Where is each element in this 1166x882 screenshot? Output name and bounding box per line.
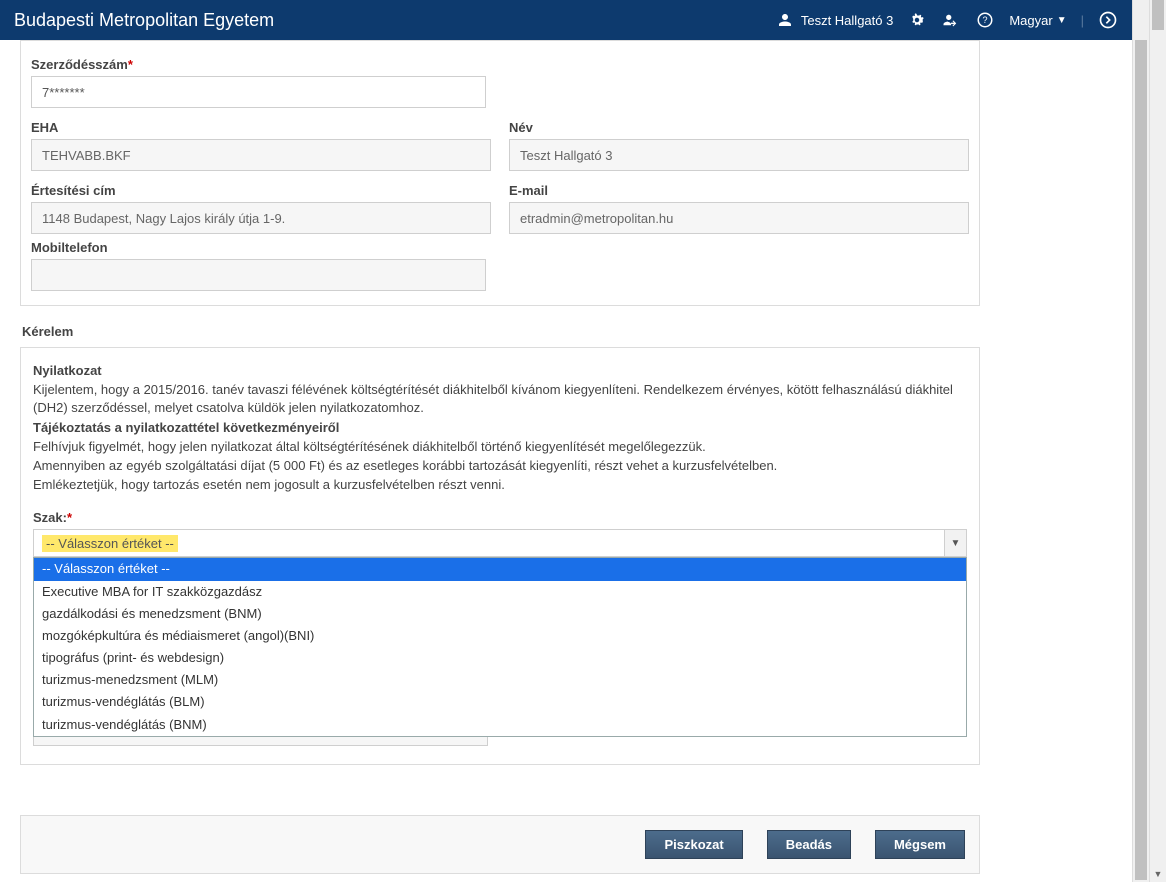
eha-value: TEHVABB.BKF bbox=[31, 139, 491, 171]
username-label: Teszt Hallgató 3 bbox=[801, 13, 894, 28]
szak-option[interactable]: turizmus-vendéglátás (BNM) bbox=[34, 714, 966, 736]
szak-option[interactable]: tipográfus (print- és webdesign) bbox=[34, 647, 966, 669]
declaration-text: Kijelentem, hogy a 2015/2016. tanév tava… bbox=[33, 381, 967, 417]
chevron-down-icon: ▼ bbox=[944, 530, 966, 556]
szak-selected-value: -- Válasszon értéket -- bbox=[42, 535, 178, 552]
app-header: Budapesti Metropolitan Egyetem Teszt Hal… bbox=[0, 0, 1132, 40]
szak-option[interactable]: mozgóképkultúra és médiaismeret (angol)(… bbox=[34, 625, 966, 647]
scrollbar-thumb[interactable] bbox=[1135, 40, 1147, 880]
name-value: Teszt Hallgató 3 bbox=[509, 139, 969, 171]
cancel-button[interactable]: Mégsem bbox=[875, 830, 965, 859]
info-text-3: Emlékeztetjük, hogy tartozás esetén nem … bbox=[33, 476, 967, 494]
szak-option[interactable]: turizmus-vendéglátás (BLM) bbox=[34, 691, 966, 713]
user-icon bbox=[775, 10, 795, 30]
scroll-down-arrow[interactable]: ▼ bbox=[1150, 865, 1166, 882]
chevron-down-icon: ▼ bbox=[1057, 15, 1067, 26]
info-text-1: Felhívjuk figyelmét, hogy jelen nyilatko… bbox=[33, 438, 967, 456]
personal-info-panel: Szerződésszám* EHA TEHVABB.BKF Név Teszt… bbox=[20, 40, 980, 306]
szak-option[interactable]: Executive MBA for IT szakközgazdász bbox=[34, 581, 966, 603]
action-bar: Piszkozat Beadás Mégsem bbox=[20, 815, 980, 874]
declaration-heading: Nyilatkozat bbox=[33, 362, 967, 380]
szak-select[interactable]: -- Válasszon értéket -- ▼ -- Válasszon é… bbox=[33, 529, 967, 557]
switch-user-icon[interactable] bbox=[941, 10, 961, 30]
mobile-value bbox=[31, 259, 486, 291]
svg-text:?: ? bbox=[983, 15, 988, 25]
scrollbar-thumb[interactable] bbox=[1152, 0, 1164, 30]
inner-scrollbar[interactable] bbox=[1132, 0, 1149, 882]
szak-option[interactable]: gazdálkodási és menedzsment (BNM) bbox=[34, 603, 966, 625]
szak-dropdown: -- Válasszon értéket -- Executive MBA fo… bbox=[33, 557, 967, 737]
request-section-title: Kérelem bbox=[22, 324, 1112, 339]
email-value: etradmin@metropolitan.hu bbox=[509, 202, 969, 234]
info-heading: Tájékoztatás a nyilatkozattétel következ… bbox=[33, 419, 967, 437]
szak-option[interactable]: -- Válasszon értéket -- bbox=[34, 558, 966, 580]
outer-scrollbar[interactable]: ▲ ▼ bbox=[1149, 0, 1166, 882]
language-label: Magyar bbox=[1009, 13, 1052, 28]
address-value: 1148 Budapest, Nagy Lajos király útja 1-… bbox=[31, 202, 491, 234]
gear-icon[interactable] bbox=[907, 10, 927, 30]
request-panel: Nyilatkozat Kijelentem, hogy a 2015/2016… bbox=[20, 347, 980, 765]
help-icon[interactable]: ? bbox=[975, 10, 995, 30]
address-label: Értesítési cím bbox=[31, 183, 491, 198]
szak-option[interactable]: turizmus-menedzsment (MLM) bbox=[34, 669, 966, 691]
eha-label: EHA bbox=[31, 120, 491, 135]
submit-button[interactable]: Beadás bbox=[767, 830, 851, 859]
szak-label: Szak:* bbox=[33, 510, 967, 525]
contract-input[interactable] bbox=[31, 76, 486, 108]
draft-button[interactable]: Piszkozat bbox=[645, 830, 742, 859]
mobile-label: Mobiltelefon bbox=[31, 240, 969, 255]
user-menu[interactable]: Teszt Hallgató 3 bbox=[775, 10, 894, 30]
language-select[interactable]: Magyar ▼ bbox=[1009, 13, 1066, 28]
logout-icon[interactable] bbox=[1098, 10, 1118, 30]
name-label: Név bbox=[509, 120, 969, 135]
email-label: E-mail bbox=[509, 183, 969, 198]
contract-label: Szerződésszám* bbox=[31, 57, 969, 72]
info-text-2: Amennyiben az egyéb szolgáltatási díjat … bbox=[33, 457, 967, 475]
brand-title: Budapesti Metropolitan Egyetem bbox=[14, 10, 775, 31]
